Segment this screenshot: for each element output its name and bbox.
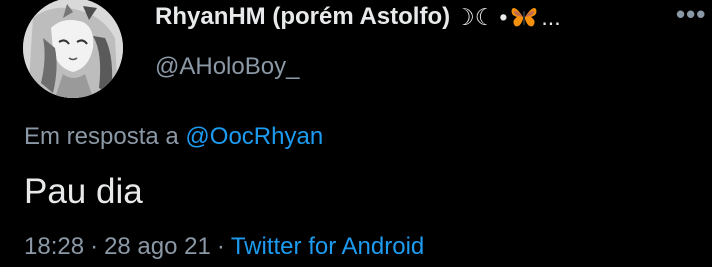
- tweet-date[interactable]: 28 ago 21: [104, 233, 211, 260]
- tweet-text: Pau dia: [24, 172, 143, 211]
- display-name[interactable]: RhyanHM (porém Astolfo) ☽☾ • ...: [155, 3, 561, 31]
- display-name-text: RhyanHM (porém Astolfo): [155, 3, 451, 30]
- butterfly-icon: [511, 8, 537, 27]
- name-bullet: •: [499, 3, 508, 30]
- user-handle[interactable]: @AHoloBoy_: [155, 53, 299, 81]
- tweet-time[interactable]: 18:28: [24, 233, 84, 260]
- tweet: RhyanHM (porém Astolfo) ☽☾ • ... ••• @AH…: [0, 0, 712, 267]
- meta-separator: ·: [90, 233, 99, 260]
- tweet-meta: 18:28 · 28 ago 21 · Twitter for Android: [24, 233, 424, 261]
- reply-context: Em resposta a @OocRhyan: [24, 123, 323, 151]
- reply-prefix: Em resposta a: [24, 123, 179, 150]
- moon-icon: ☽☾: [454, 3, 496, 30]
- more-options-button[interactable]: •••: [676, 1, 706, 27]
- reply-to-handle-link[interactable]: @OocRhyan: [185, 123, 323, 150]
- meta-separator: ·: [216, 233, 225, 260]
- name-ellipsis: ...: [541, 3, 561, 30]
- tweet-source-link[interactable]: Twitter for Android: [231, 233, 424, 260]
- avatar[interactable]: [23, 0, 123, 98]
- anime-avatar-icon: [23, 0, 123, 98]
